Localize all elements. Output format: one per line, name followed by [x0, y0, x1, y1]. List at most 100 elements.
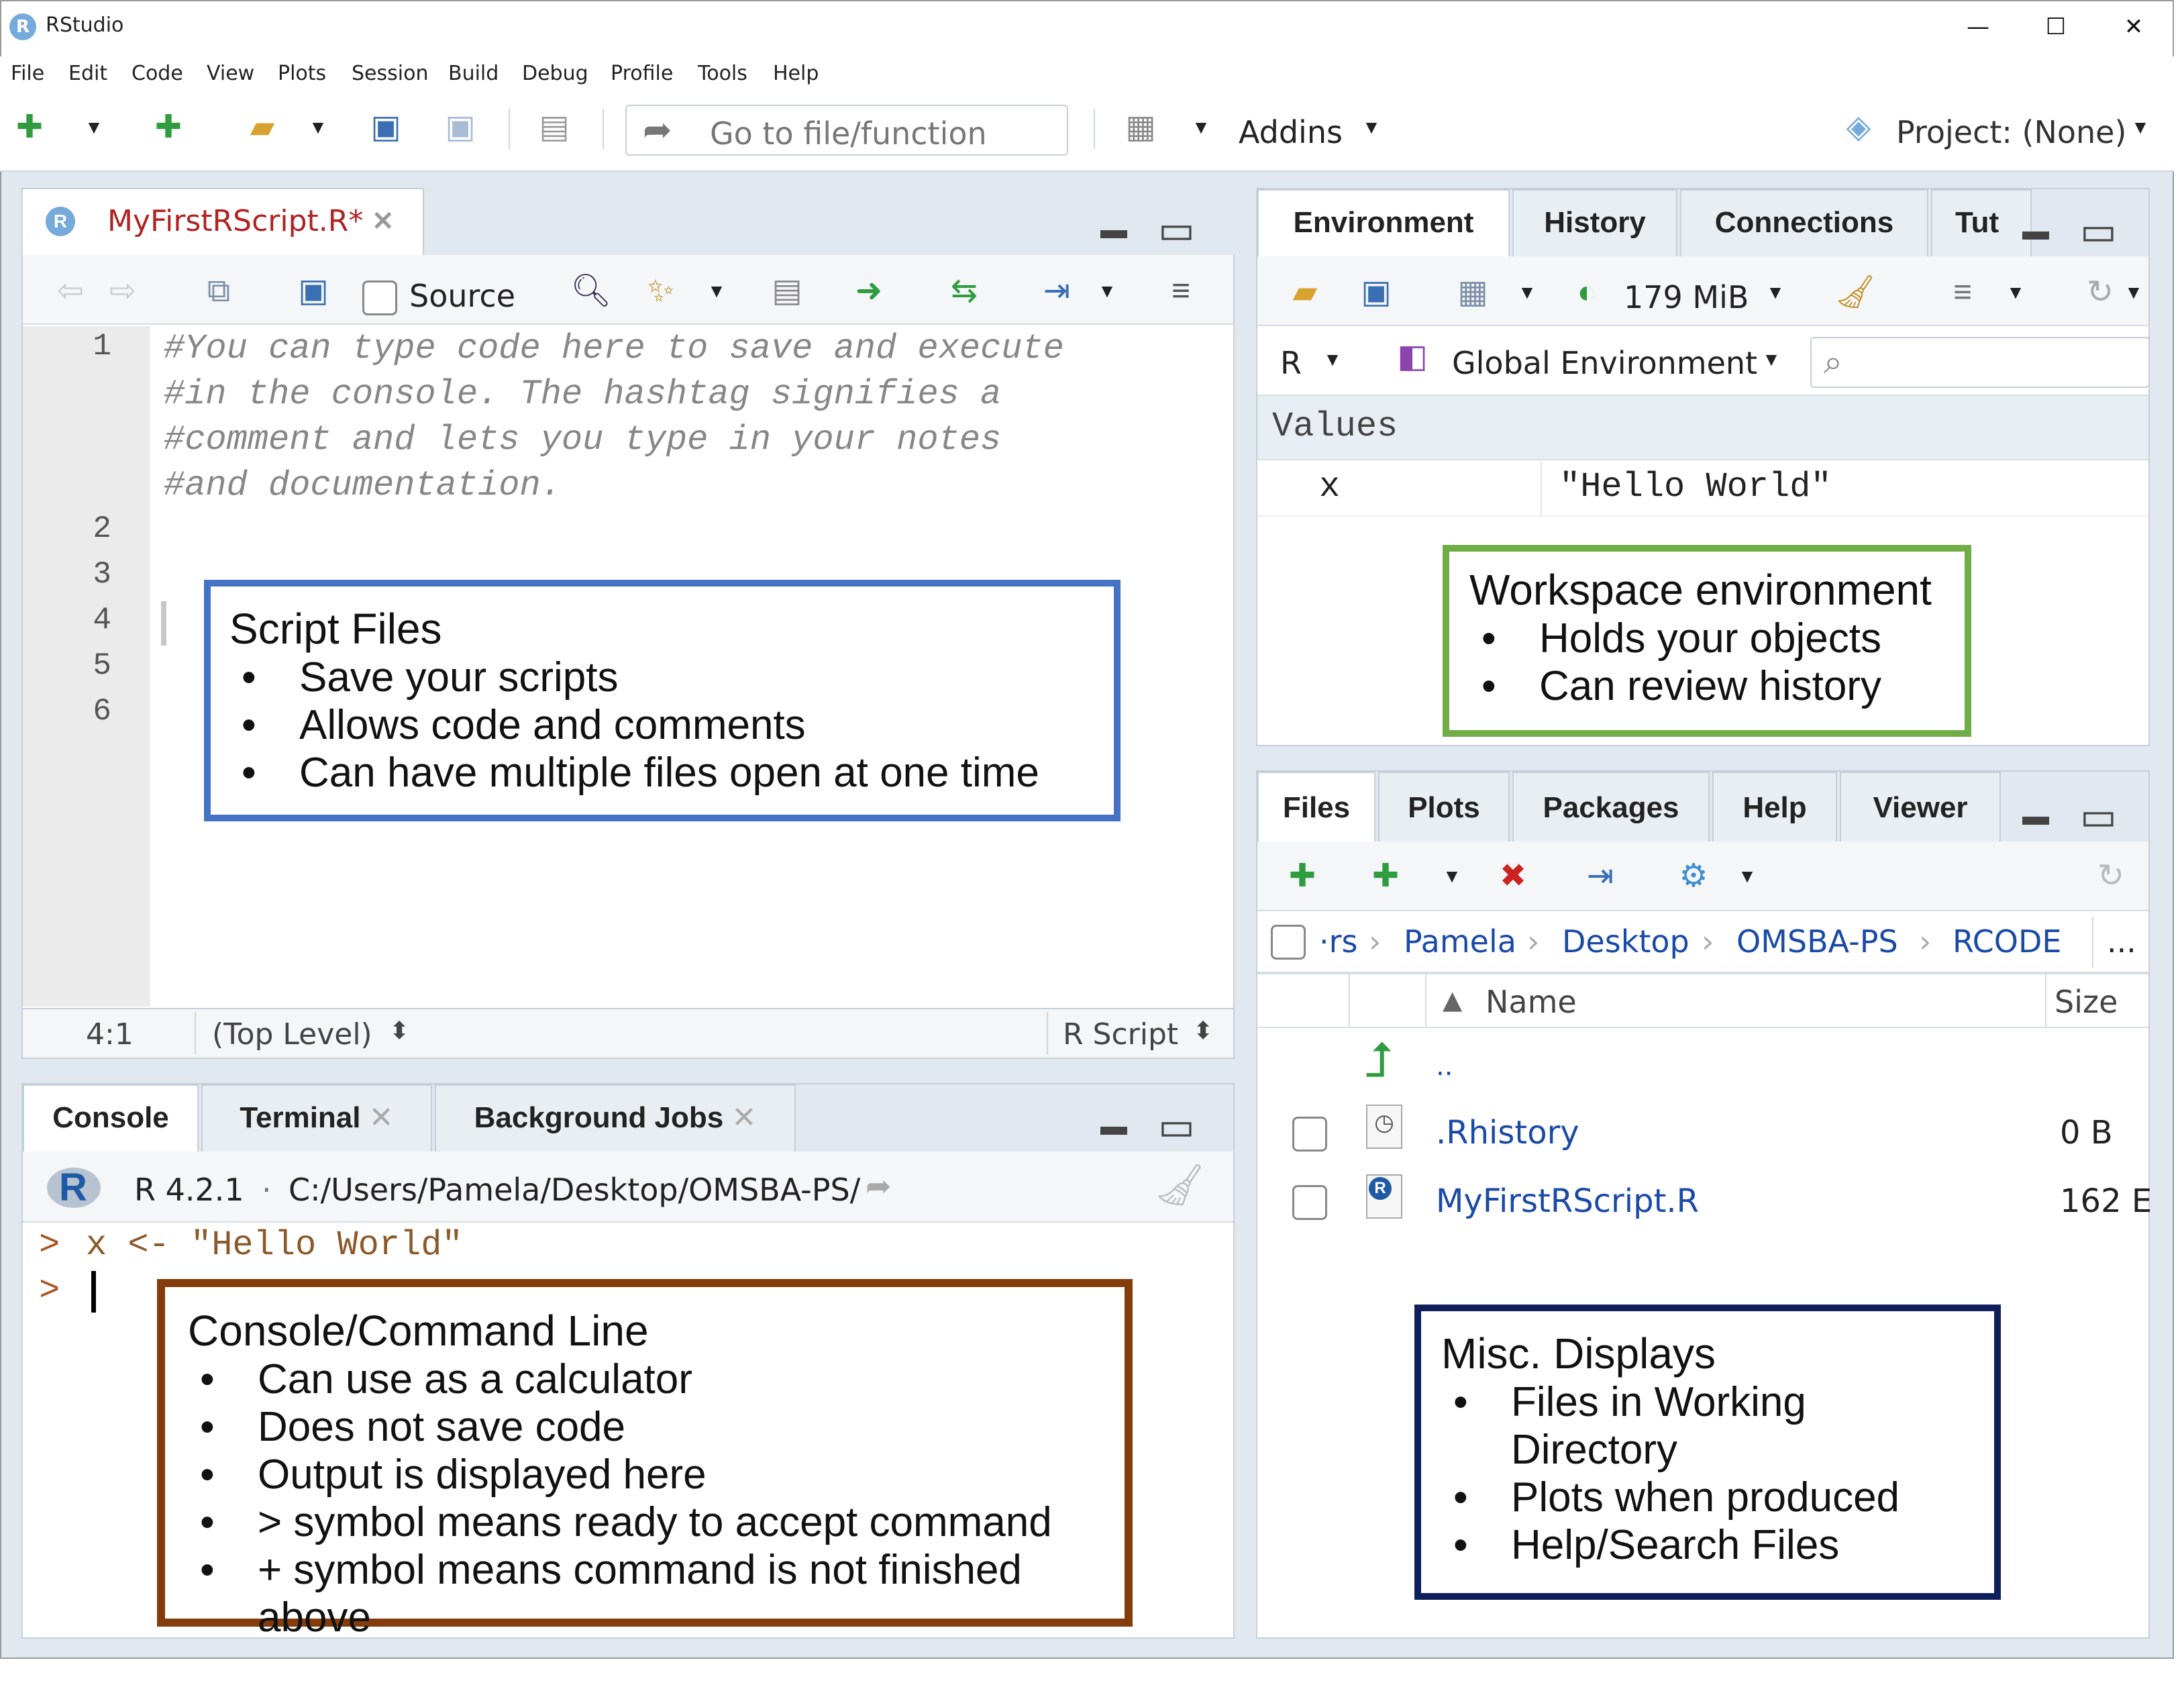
save-icon[interactable]: ▣ [1353, 272, 1400, 313]
rerun-icon[interactable]: ⇆ [934, 271, 994, 311]
chevron-down-icon[interactable]: ▼ [305, 107, 331, 148]
rename-icon[interactable]: ⇥ [1570, 856, 1630, 897]
menu-tools[interactable]: Tools [698, 62, 747, 85]
outline-icon[interactable]: ≡ [1154, 271, 1208, 311]
minimize-pane-icon[interactable]: ▬ [1100, 1111, 1127, 1141]
tab-files[interactable]: Files [1257, 772, 1375, 842]
tab-environment[interactable]: Environment [1257, 189, 1510, 256]
grid-layout-icon[interactable]: ▦ [1114, 107, 1167, 148]
tab-tutorial[interactable]: Tut [1931, 189, 2032, 256]
column-size-header[interactable]: Size [2055, 984, 2118, 1020]
chevron-down-icon[interactable]: ▼ [1514, 272, 1541, 313]
scope-selector[interactable]: (Top Level) [212, 1017, 372, 1052]
language-selector[interactable]: R [1280, 345, 1302, 381]
search-icon[interactable]: 🔍︎ [568, 271, 615, 311]
save-all-icon[interactable]: ▣ [433, 107, 487, 148]
minimize-pane-icon[interactable]: ▬ [2022, 801, 2049, 831]
environment-scope-selector[interactable]: Global Environment [1452, 345, 1757, 381]
file-row-checkbox[interactable] [1292, 1185, 1327, 1220]
chevron-down-icon[interactable]: ▼ [1762, 272, 1789, 313]
refresh-icon[interactable]: ↻ [2084, 856, 2138, 897]
new-folder-icon[interactable]: ✚ [1272, 856, 1333, 897]
save-icon[interactable]: ▣ [362, 107, 409, 148]
maximize-pane-icon[interactable]: ▭ [2080, 208, 2117, 254]
gear-icon[interactable]: ⚙ [1667, 856, 1720, 897]
menu-view[interactable]: View [207, 62, 254, 85]
tab-viewer[interactable]: Viewer [1840, 772, 2001, 842]
file-name-link[interactable]: MyFirstRScript.R [1436, 1182, 1699, 1220]
new-project-icon[interactable]: ✚ [138, 107, 199, 148]
project-menu[interactable]: Project: (None) [1896, 114, 2126, 150]
close-tab-icon[interactable]: ✕ [369, 1101, 394, 1134]
maximize-pane-icon[interactable]: ▭ [1158, 1103, 1195, 1149]
go-up-arrow-icon[interactable]: ⮥ [1365, 1033, 1393, 1087]
addins-menu[interactable]: Addins [1239, 114, 1343, 150]
breadcrumb-pamela[interactable]: Pamela [1404, 923, 1516, 960]
list-view-icon[interactable]: ≡ [1939, 272, 1986, 313]
new-file-icon[interactable]: ✚ [9, 107, 50, 148]
chevron-down-icon[interactable]: ▼ [1758, 340, 1785, 380]
menu-file[interactable]: File [11, 62, 44, 85]
tab-packages[interactable]: Packages [1512, 772, 1710, 842]
refresh-icon[interactable]: ↻ [2073, 272, 2127, 313]
chevron-down-icon[interactable]: ▼ [1319, 340, 1346, 380]
maximize-pane-icon[interactable]: ▭ [2080, 793, 2117, 839]
menu-build[interactable]: Build [448, 62, 499, 85]
close-tab-icon[interactable]: ✕ [731, 1101, 756, 1134]
chevron-down-icon[interactable]: ▼ [2127, 107, 2154, 148]
sort-ascending-icon[interactable]: ▲ [1443, 985, 1462, 1015]
parent-directory-link[interactable]: .. [1436, 1051, 1453, 1082]
menu-debug[interactable]: Debug [522, 62, 588, 85]
chevron-down-icon[interactable]: ▼ [1094, 271, 1121, 311]
minimize-pane-icon[interactable]: ▬ [2022, 216, 2049, 246]
maximize-button[interactable]: ☐ [2029, 7, 2083, 47]
chevron-down-icon[interactable]: ▼ [1439, 856, 1465, 897]
chevron-down-icon[interactable]: ▼ [81, 107, 107, 148]
new-blank-file-icon[interactable]: ✚ [1362, 856, 1409, 897]
file-type-selector[interactable]: R Script [1063, 1017, 1178, 1052]
updown-chevron-icon[interactable]: ⬍ [389, 1017, 409, 1045]
memory-usage[interactable]: 179 MiB [1624, 279, 1749, 315]
breadcrumb-users[interactable]: ·rs [1319, 923, 1358, 960]
tab-console[interactable]: Console [23, 1084, 199, 1152]
menu-code[interactable]: Code [132, 62, 183, 85]
tab-terminal[interactable]: Terminal ✕ [201, 1084, 432, 1152]
menu-profile[interactable]: Profile [611, 62, 673, 85]
chevron-down-icon[interactable]: ▼ [1734, 856, 1761, 897]
import-dataset-icon[interactable]: ▦ [1443, 272, 1503, 313]
source-script-icon[interactable]: ⇥ [1027, 271, 1087, 311]
tab-history[interactable]: History [1512, 189, 1677, 256]
breadcrumb-omsba-ps[interactable]: OMSBA-PS [1736, 923, 1898, 960]
menu-session[interactable]: Session [352, 62, 428, 85]
tab-background-jobs[interactable]: Background Jobs ✕ [435, 1084, 796, 1152]
run-line-icon[interactable]: ➜ [839, 271, 899, 311]
breadcrumb-rcode[interactable]: RCODE [1953, 923, 2061, 960]
console-input-cursor[interactable] [91, 1271, 96, 1313]
go-to-directory-icon[interactable]: ➦ [866, 1168, 892, 1204]
environment-search-input[interactable]: ⌕ [1810, 337, 2150, 388]
maximize-pane-icon[interactable]: ▭ [1158, 207, 1195, 252]
open-folder-icon[interactable]: ▰ [232, 107, 293, 148]
close-button[interactable]: ✕ [2107, 7, 2161, 47]
tab-help[interactable]: Help [1712, 772, 1837, 842]
show-in-window-icon[interactable]: ⧉ [192, 271, 246, 311]
minimize-button[interactable]: — [1951, 7, 2005, 47]
source-on-save-checkbox[interactable] [362, 280, 397, 315]
save-icon[interactable]: ▣ [290, 271, 337, 311]
open-folder-icon[interactable]: ▰ [1275, 272, 1335, 313]
column-name-header[interactable]: Name [1486, 984, 1577, 1020]
updown-chevron-icon[interactable]: ⬍ [1193, 1017, 1213, 1045]
menu-edit[interactable]: Edit [68, 62, 107, 85]
select-all-checkbox[interactable] [1271, 925, 1306, 960]
tab-myfirstrscript[interactable]: R MyFirstRScript.R* ✕ [21, 188, 424, 255]
forward-arrow-icon[interactable]: ⇨ [99, 271, 146, 311]
delete-icon[interactable]: ✖ [1490, 856, 1537, 897]
chevron-down-icon[interactable]: ▼ [1358, 107, 1385, 148]
clear-workspace-broom-icon[interactable]: 🧹︎ [1825, 272, 1885, 313]
chevron-down-icon[interactable]: ▼ [1188, 107, 1214, 148]
magic-wand-icon[interactable]: ✨︎ [637, 271, 684, 311]
chevron-down-icon[interactable]: ▼ [703, 271, 730, 311]
go-to-file-input[interactable]: ➦ Go to file/function [625, 105, 1068, 156]
chevron-down-icon[interactable]: ▼ [2120, 272, 2147, 313]
more-path-button[interactable]: ... [2107, 923, 2136, 960]
